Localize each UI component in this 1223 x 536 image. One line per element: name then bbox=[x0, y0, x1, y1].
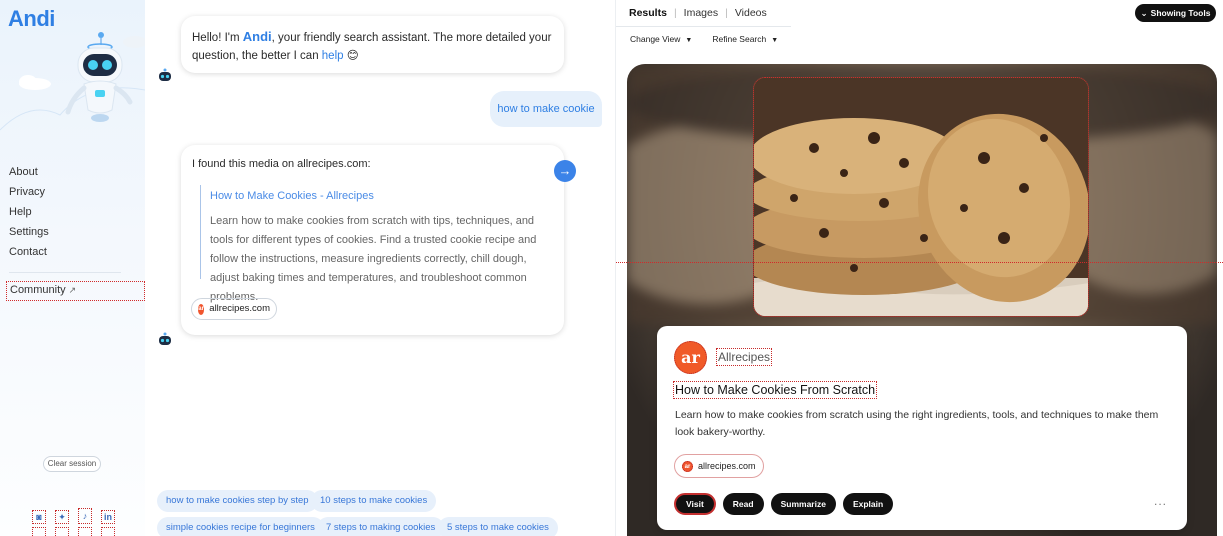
source-label: allrecipes.com bbox=[209, 303, 270, 314]
showing-tools-label: Showing Tools bbox=[1150, 8, 1211, 18]
tab-results[interactable]: Results bbox=[629, 7, 674, 19]
chat-panel: Hello! I'm Andi, your friendly search as… bbox=[145, 0, 615, 536]
help-link[interactable]: help bbox=[322, 50, 344, 62]
result-source-label: allrecipes.com bbox=[698, 461, 756, 471]
tabs-underline bbox=[616, 26, 791, 27]
caret-down-icon: ▼ bbox=[771, 37, 779, 44]
suggestion-chip[interactable]: 7 steps to making cookies bbox=[317, 517, 445, 536]
clear-session-button[interactable]: Clear session bbox=[43, 456, 101, 472]
linkedin-icon[interactable]: in bbox=[101, 510, 115, 524]
suggestion-chip[interactable]: 10 steps to make cookies bbox=[311, 490, 437, 512]
social-row-2-icon[interactable] bbox=[32, 527, 46, 536]
twitter-icon[interactable]: ✦ bbox=[55, 510, 69, 524]
sidebar: Andi About Privacy Help Settings Contact… bbox=[0, 0, 147, 536]
refine-search-dropdown[interactable]: Refine Search ▼ bbox=[712, 34, 778, 44]
greeting-message: Hello! I'm Andi, your friendly search as… bbox=[181, 16, 564, 73]
sidebar-nav: About Privacy Help Settings Contact bbox=[9, 162, 49, 262]
cookie-photo[interactable] bbox=[753, 77, 1089, 317]
andi-name: Andi bbox=[242, 29, 272, 44]
change-view-dropdown[interactable]: Change View ▼ bbox=[630, 34, 692, 44]
social-row-2-icon[interactable] bbox=[78, 527, 92, 536]
allrecipes-favicon-icon: ar bbox=[682, 460, 693, 472]
nav-help[interactable]: Help bbox=[9, 202, 49, 222]
suggestion-chip[interactable]: simple cookies recipe for beginners bbox=[157, 517, 324, 536]
media-title-link[interactable]: How to Make Cookies - Allrecipes bbox=[210, 188, 550, 204]
refine-search-label: Refine Search bbox=[712, 34, 767, 44]
media-message: I found this media on allrecipes.com: Ho… bbox=[181, 145, 564, 335]
nav-settings[interactable]: Settings bbox=[9, 222, 49, 242]
andi-avatar-icon bbox=[159, 68, 171, 81]
explain-button[interactable]: Explain bbox=[842, 493, 894, 515]
allrecipes-favicon-icon: ar bbox=[198, 303, 205, 315]
tiktok-icon[interactable]: ♪ bbox=[78, 508, 92, 524]
allrecipes-logo-icon: ar bbox=[674, 341, 707, 374]
result-card: ar Allrecipes How to Make Cookies From S… bbox=[657, 326, 1187, 530]
suggestion-chip[interactable]: how to make cookies step by step bbox=[157, 490, 318, 512]
source-chip[interactable]: ar allrecipes.com bbox=[191, 298, 277, 320]
result-actions: Visit Read Summarize Explain bbox=[674, 493, 894, 515]
caret-down-icon: ▼ bbox=[685, 37, 693, 44]
nav-contact[interactable]: Contact bbox=[9, 242, 49, 262]
site-name[interactable]: Allrecipes bbox=[716, 348, 773, 366]
user-query-message: how to make cookie bbox=[490, 91, 602, 127]
result-source-chip[interactable]: ar allrecipes.com bbox=[674, 454, 764, 478]
cookies-image bbox=[754, 78, 1088, 316]
selection-guide-line bbox=[616, 262, 1223, 263]
change-view-label: Change View bbox=[630, 34, 681, 44]
result-description: Learn how to make cookies from scratch u… bbox=[675, 409, 1159, 438]
robot-mascot-illustration bbox=[0, 20, 147, 140]
read-button[interactable]: Read bbox=[722, 493, 764, 515]
smile-emoji: 😊 bbox=[346, 50, 359, 62]
showing-tools-button[interactable]: ⌄ Showing Tools bbox=[1135, 4, 1216, 22]
social-row-2-icon[interactable] bbox=[55, 527, 69, 536]
sidebar-divider bbox=[9, 272, 121, 273]
app: Andi About Privacy Help Settings Contact… bbox=[0, 0, 1223, 536]
result-title[interactable]: How to Make Cookies From Scratch bbox=[673, 381, 878, 399]
media-intro: I found this media on allrecipes.com: bbox=[192, 158, 371, 170]
chevron-down-icon: ⌄ bbox=[1140, 7, 1148, 18]
results-toolbar: Change View ▼ Refine Search ▼ bbox=[630, 34, 778, 44]
media-quote: How to Make Cookies - Allrecipes Learn h… bbox=[200, 185, 550, 303]
more-options-icon[interactable]: ... bbox=[1154, 494, 1167, 508]
results-panel: Results | Images | Videos ⌄ Showing Tool… bbox=[616, 0, 1223, 536]
tab-images[interactable]: Images bbox=[677, 7, 725, 19]
social-row-2-icon[interactable] bbox=[101, 527, 115, 536]
discord-icon[interactable]: ◙ bbox=[32, 510, 46, 524]
nav-about[interactable]: About bbox=[9, 162, 49, 182]
open-arrow-button[interactable]: → bbox=[554, 160, 576, 182]
visit-button[interactable]: Visit bbox=[674, 493, 716, 515]
andi-avatar-icon bbox=[159, 332, 171, 345]
nav-privacy[interactable]: Privacy bbox=[9, 182, 49, 202]
community-link[interactable]: Community ↗ bbox=[6, 281, 145, 301]
greeting-prefix: Hello! I'm bbox=[192, 32, 243, 44]
external-link-icon: ↗ bbox=[68, 285, 77, 295]
suggestion-chip[interactable]: 5 steps to make cookies bbox=[438, 517, 558, 536]
tab-videos[interactable]: Videos bbox=[728, 7, 774, 19]
summarize-button[interactable]: Summarize bbox=[770, 493, 836, 515]
media-description: Learn how to make cookies from scratch w… bbox=[210, 215, 537, 303]
results-tabs: Results | Images | Videos bbox=[629, 7, 774, 19]
community-label: Community bbox=[10, 284, 66, 296]
